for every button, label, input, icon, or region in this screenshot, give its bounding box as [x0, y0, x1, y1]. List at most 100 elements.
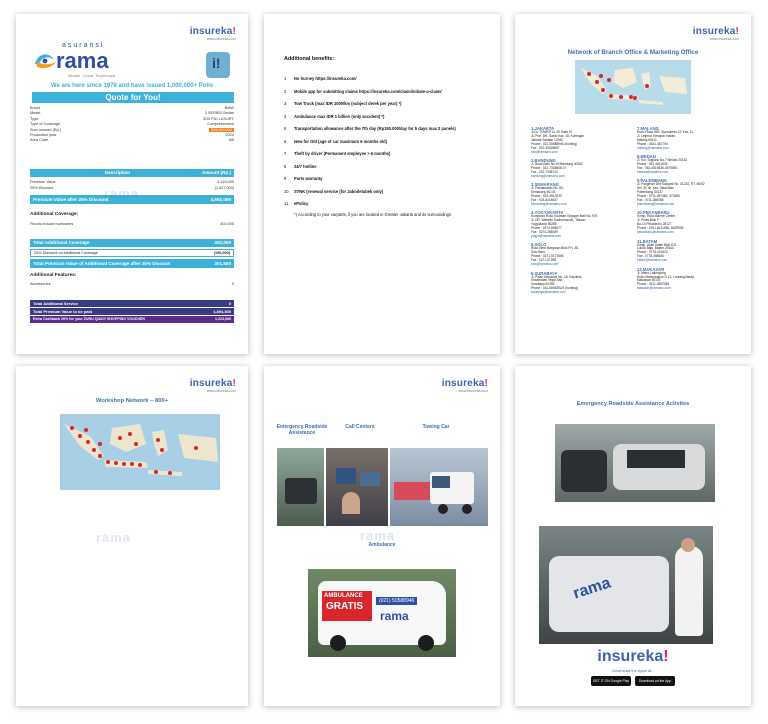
rama-watermark: rama [104, 186, 140, 201]
quote-title: Quote for You! [32, 92, 234, 103]
google-play-badge[interactable]: GET IT ON Google Play [591, 676, 631, 686]
additional-features-title: Additional Features: [30, 273, 77, 278]
description-header: Description Amount (Rp.) [30, 169, 234, 177]
benefit-item: 10 STNK (renewal service (for Jabodetabek… [284, 189, 488, 194]
vehicle-field-row: Area Code AB [30, 138, 234, 143]
benefit-item: 3 Tow Truck (max IDR 1000/km (subject der… [284, 101, 488, 106]
vehicle-field-value: BMW [224, 106, 234, 110]
branch-list-right: 7.MALANG Ruko Plaza WR. Supratman C2 Kav.… [637, 126, 733, 295]
branch-email-link[interactable]: bandung@ramains.com [531, 174, 627, 179]
benefit-item: 1 No hurney https://insureka.com/ [284, 76, 488, 81]
benefit-item: 8 24/7 hotline [284, 164, 488, 169]
activities-page: Emergency Roadside Assistance Activites … [515, 366, 751, 706]
insureka-url: www.insureka.com [206, 389, 236, 393]
total-prem-paid-amount: 4,894,300 [213, 309, 231, 314]
premium-value-amount: 6,116,000 [217, 180, 234, 184]
branch-email-link[interactable]: malang@ramains.com [637, 146, 733, 151]
ambulance-rama-text: rama [380, 609, 409, 623]
services-page: insureka! www.insureka.com Emergency Roa… [264, 366, 500, 706]
branch-email-link[interactable]: makasar@ramains.com [637, 286, 733, 291]
benefit-item: 7 Theft by driver (Permanent employee > 6… [284, 151, 488, 156]
floods-amount: 402,000 [220, 222, 234, 226]
vehicle-field-value: Comprehensive [207, 122, 234, 127]
branch-email-link[interactable]: surabaya@ramains.com [531, 290, 627, 295]
floods-label: Floods include hurricanes [30, 222, 74, 226]
benefit-number: 10 [284, 188, 289, 194]
insureka-word: insureka [441, 378, 485, 389]
vehicle-field-label: Area Code [30, 138, 49, 143]
benefit-number: 11 [284, 201, 289, 206]
accessories-row: Accessories 0 [30, 282, 234, 287]
branch-email-link[interactable]: palembang@ramains.com [637, 202, 733, 207]
branch-email-link[interactable]: medan@ramains.com [637, 170, 733, 175]
total-add-cov-label: Total Additional Coverage [33, 240, 90, 245]
vehicle-field-label: Sum Insured (Rp.) [30, 127, 62, 132]
benefit-item: 11 ePolicy [284, 201, 488, 206]
branch-email-link[interactable]: solo@ramains.com [531, 262, 627, 267]
total-prem-add-amount: 301,500 [214, 261, 231, 266]
insureka-bang: ! [232, 378, 236, 389]
vehicle-field-value: 536,000,000 [208, 127, 234, 133]
branch-office: 10.PEKANBARU Komp. Ruko Banne Center, Jl. … [637, 210, 733, 235]
benefit-text: Tow Truck (max IDR 1000/km (subject dere… [294, 101, 402, 106]
ambulance-phone: (021) 50588946 [376, 597, 418, 605]
insureka-word: insureka [189, 26, 233, 37]
branch-email-link[interactable]: info@ramains.com [531, 150, 627, 155]
cashback-amount: 1,223,000 [215, 317, 231, 321]
app-store-badge[interactable]: Download on the App Store [635, 676, 675, 693]
workshop-page: insureka! www.insureka.com Workshop Netw… [16, 366, 248, 706]
since-line: We are here since 1978 and have issued 1… [50, 83, 214, 89]
insureka-bang: ! [484, 378, 488, 389]
branch-network-title: Network of Branch Office & Marketing Off… [567, 49, 699, 56]
activity-photo-1 [555, 424, 715, 502]
branch-office: 9.PALEMBANG Jl. Pangeran Dirt Sudayat No.… [637, 178, 733, 206]
workshop-map-icon [64, 424, 218, 476]
benefits-note: *) According to your carparts, if you ar… [294, 212, 452, 217]
benefit-item: 4 Ambulance max IDR 1 billion (only accid… [284, 114, 488, 119]
branch-office: 11.BATAM Komp. Alum Indah Blok K11 Lubuk B… [637, 239, 733, 264]
branch-email-link[interactable]: yogya@ramains.com [531, 234, 627, 239]
total-add-service-label: Total Additional Service [33, 301, 79, 306]
vehicle-field-value: AB [228, 138, 234, 143]
insureka-large-logo: insureka! [515, 648, 751, 666]
vehicle-field-row: Model 3 SERIES Sedan [30, 111, 234, 116]
insureka-bang: ! [232, 26, 236, 37]
benefit-text: Mobile app for submitting claims https:/… [294, 88, 442, 94]
benefits-page: Additional benefits: 1 No hurney https://… [264, 14, 500, 354]
benefit-text: No hurney https://insureka.com/ [294, 76, 357, 81]
benefit-item: 9 Parts warranty [284, 176, 488, 181]
benefit-text: Transportation allowance after the 7th d… [294, 126, 456, 131]
total-prem-paid-label: Total Premium Value to be paid [33, 309, 93, 314]
branch-email-link[interactable]: batam@ramains.com [637, 258, 733, 263]
benefit-number: 3 [284, 101, 287, 106]
branch-office: 8.MEDAN Jl. Kol. Sugiono No.7 Medan 20152… [637, 154, 733, 175]
vehicle-field-label: Type [30, 116, 39, 121]
cashback-bar: Extra Cashback 20% for your ZURU QIANY S… [30, 316, 234, 323]
branch-email-link[interactable]: pekanbaru@ramains.com [637, 230, 733, 235]
insureka-logo: insureka! www.insureka.com [190, 26, 236, 41]
asuransi-rama-logo: asuransi rama Mudah. Cepat. Terpercaya [32, 42, 136, 78]
total-premium-additional-bar: Total Premium Value of Additional Covera… [30, 259, 234, 268]
benefit-number: 8 [284, 163, 287, 169]
insureka-word: insureka [692, 26, 736, 37]
benefit-number: 6 [284, 138, 287, 144]
towing-car-photo [390, 448, 488, 526]
branch-office: 1.JAKARTA Jl.GL TOWER Lt. 29 Suite 67 Jl. … [531, 126, 627, 154]
download-apps-text: Download the Apps at : [612, 668, 654, 673]
premium-value-label: Premium Value [30, 180, 56, 184]
benefit-number: 1 [284, 76, 287, 81]
vehicle-field-row: Type of Coverage Comprehensive [30, 122, 234, 127]
branch-office: 4.YOGYAKARTA Kompleks Ruko Kuantan Gejaya… [531, 210, 627, 238]
benefit-number: 2 [284, 88, 287, 94]
google-play-label: GET IT ON Google Play [592, 679, 630, 683]
floods-row: Floods include hurricanes 402,000 [30, 222, 234, 227]
branch-email-link[interactable]: semarang@ramains.com [531, 202, 627, 207]
branch-office: 7.MALANG Ruko Plaza WR. Supratman C2 Kav.… [637, 126, 733, 151]
towing-car-label: Towing Car [422, 424, 450, 430]
insureka-logo: insureka! www.insureka.com [693, 26, 739, 41]
insureka-url: www.insureka.com [206, 37, 236, 41]
benefit-text: New for Old (age of car maximum 6 months… [294, 138, 388, 144]
discount-label: 25% Discount [30, 186, 54, 190]
ambulance-photo: AMBULANCE GRATIS (021) 50588946 rama [308, 569, 456, 657]
branch-office: 12.MAKASAR Jl. Metro Latimojong Ruko Mahma… [637, 267, 733, 292]
